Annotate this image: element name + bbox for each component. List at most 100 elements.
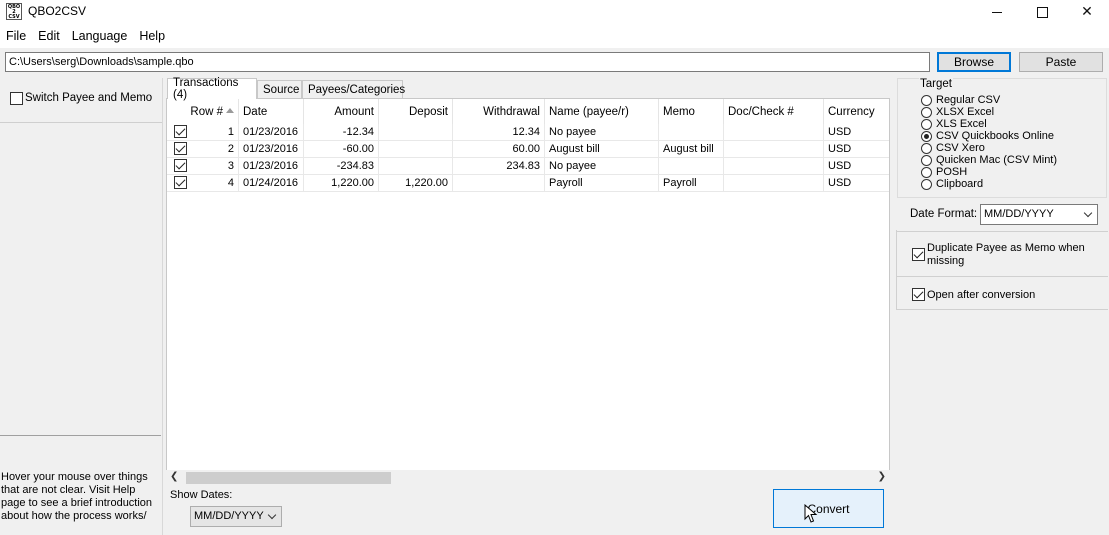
- table-row[interactable]: 1 01/23/2016 -12.34 12.34 No payee USD: [167, 124, 889, 141]
- switch-payee-memo-checkbox[interactable]: [10, 92, 23, 105]
- column-header-name[interactable]: Name (payee/r): [545, 99, 659, 124]
- row-memo[interactable]: [659, 158, 724, 175]
- row-name[interactable]: August bill: [545, 141, 659, 158]
- scroll-right-icon[interactable]: ❯: [878, 471, 886, 482]
- duplicate-payee-checkbox[interactable]: [912, 248, 925, 261]
- row-amount[interactable]: -60.00: [304, 141, 379, 158]
- target-xlsx-excel-radio[interactable]: [921, 107, 932, 118]
- menu-file[interactable]: File: [0, 24, 32, 48]
- column-header-memo[interactable]: Memo: [659, 99, 724, 124]
- column-header-currency[interactable]: Currency: [824, 99, 889, 124]
- row-memo[interactable]: [659, 124, 724, 141]
- column-header-doc-check[interactable]: Doc/Check #: [724, 99, 824, 124]
- show-dates-select[interactable]: MM/DD/YYYY: [190, 506, 282, 527]
- maximize-button[interactable]: [1019, 0, 1065, 24]
- close-button[interactable]: ✕: [1064, 0, 1109, 24]
- row-currency[interactable]: USD: [824, 124, 889, 141]
- right-separator: [897, 309, 1108, 310]
- open-after-conversion-checkbox[interactable]: [912, 288, 925, 301]
- table-row[interactable]: 3 01/23/2016 -234.83 234.83 No payee USD: [167, 158, 889, 175]
- sort-ascending-icon: [226, 108, 234, 113]
- tab-source-label: Source: [263, 83, 300, 96]
- scroll-left-icon[interactable]: ❮: [170, 471, 178, 482]
- switch-payee-memo-label[interactable]: Switch Payee and Memo: [25, 92, 152, 104]
- row-withdrawal[interactable]: 234.83: [453, 158, 545, 175]
- row-include-checkbox[interactable]: [174, 125, 187, 138]
- tab-transactions[interactable]: Transactions (4): [167, 77, 257, 101]
- row-withdrawal[interactable]: [453, 175, 545, 192]
- row-include-checkbox[interactable]: [174, 159, 187, 172]
- row-deposit[interactable]: [379, 124, 453, 141]
- column-header-amount[interactable]: Amount: [304, 99, 379, 124]
- row-withdrawal[interactable]: 12.34: [453, 124, 545, 141]
- row-deposit[interactable]: [379, 158, 453, 175]
- row-deposit[interactable]: [379, 141, 453, 158]
- file-path-input[interactable]: C:\Users\serg\Downloads\sample.qbo: [5, 52, 930, 72]
- row-withdrawal[interactable]: 60.00: [453, 141, 545, 158]
- row-include-checkbox[interactable]: [174, 142, 187, 155]
- row-memo[interactable]: August bill: [659, 141, 724, 158]
- row-currency[interactable]: USD: [824, 175, 889, 192]
- row-name[interactable]: Payroll: [545, 175, 659, 192]
- left-panel-border: [162, 78, 163, 535]
- row-date[interactable]: 01/23/2016: [239, 141, 304, 158]
- date-format-select[interactable]: MM/DD/YYYY: [980, 204, 1098, 225]
- target-regular-csv-radio[interactable]: [921, 95, 932, 106]
- row-amount[interactable]: -234.83: [304, 158, 379, 175]
- browse-button[interactable]: Browse: [937, 52, 1011, 72]
- menu-edit[interactable]: Edit: [32, 24, 66, 48]
- tab-payees-categories-label: Payees/Categories: [308, 83, 406, 96]
- row-amount[interactable]: 1,220.00: [304, 175, 379, 192]
- target-xls-excel-radio[interactable]: [921, 119, 932, 130]
- target-posh-label[interactable]: POSH: [936, 166, 967, 178]
- row-doc-check[interactable]: [724, 124, 824, 141]
- menu-language[interactable]: Language: [66, 24, 134, 48]
- table-row[interactable]: 4 01/24/2016 1,220.00 1,220.00 Payroll P…: [167, 175, 889, 192]
- row-deposit[interactable]: 1,220.00: [379, 175, 453, 192]
- column-header-deposit[interactable]: Deposit: [379, 99, 453, 124]
- paste-button[interactable]: Paste: [1019, 52, 1103, 72]
- tab-source[interactable]: Source: [257, 80, 302, 98]
- target-xls-excel-label[interactable]: XLS Excel: [936, 118, 987, 130]
- scrollbar-thumb[interactable]: [186, 472, 391, 484]
- table-row[interactable]: 2 01/23/2016 -60.00 60.00 August bill Au…: [167, 141, 889, 158]
- tab-payees-categories[interactable]: Payees/Categories: [302, 80, 406, 98]
- target-clipboard-label[interactable]: Clipboard: [936, 178, 983, 190]
- column-header-withdrawal[interactable]: Withdrawal: [453, 99, 545, 124]
- column-header-date[interactable]: Date: [239, 99, 304, 124]
- row-doc-check[interactable]: [724, 141, 824, 158]
- target-csv-quickbooks-online-radio[interactable]: [921, 131, 932, 142]
- target-csv-quickbooks-online-label[interactable]: CSV Quickbooks Online: [936, 130, 1054, 142]
- row-date[interactable]: 01/24/2016: [239, 175, 304, 192]
- row-number: 3: [187, 158, 239, 175]
- row-doc-check[interactable]: [724, 158, 824, 175]
- menu-help[interactable]: Help: [133, 24, 171, 48]
- row-date[interactable]: 01/23/2016: [239, 158, 304, 175]
- target-clipboard-radio[interactable]: [921, 179, 932, 190]
- target-xlsx-excel-label[interactable]: XLSX Excel: [936, 106, 994, 118]
- right-separator: [897, 276, 1108, 277]
- column-header-row[interactable]: Row #: [167, 99, 239, 124]
- row-name[interactable]: No payee: [545, 124, 659, 141]
- duplicate-payee-label[interactable]: Duplicate Payee as Memo when missing: [927, 242, 1097, 268]
- row-amount[interactable]: -12.34: [304, 124, 379, 141]
- left-divider: [0, 435, 161, 436]
- target-csv-xero-label[interactable]: CSV Xero: [936, 142, 985, 154]
- target-posh-radio[interactable]: [921, 167, 932, 178]
- target-regular-csv-label[interactable]: Regular CSV: [936, 94, 1000, 106]
- row-include-checkbox[interactable]: [174, 176, 187, 189]
- row-currency[interactable]: USD: [824, 141, 889, 158]
- horizontal-scrollbar[interactable]: ❮ ❯: [166, 470, 890, 486]
- minimize-button[interactable]: [974, 0, 1020, 24]
- open-after-conversion-label[interactable]: Open after conversion: [927, 289, 1035, 301]
- row-memo[interactable]: Payroll: [659, 175, 724, 192]
- convert-button[interactable]: Convert: [773, 489, 884, 528]
- target-csv-xero-radio[interactable]: [921, 143, 932, 154]
- row-currency[interactable]: USD: [824, 158, 889, 175]
- row-name[interactable]: No payee: [545, 158, 659, 175]
- row-date[interactable]: 01/23/2016: [239, 124, 304, 141]
- target-quicken-mac-label[interactable]: Quicken Mac (CSV Mint): [936, 154, 1057, 166]
- target-quicken-mac-radio[interactable]: [921, 155, 932, 166]
- date-format-value: MM/DD/YYYY: [984, 208, 1054, 220]
- row-doc-check[interactable]: [724, 175, 824, 192]
